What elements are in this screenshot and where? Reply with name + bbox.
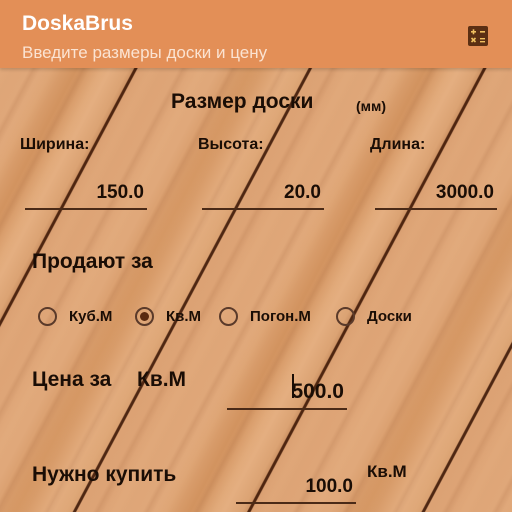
radio-label: Погон.М [250, 308, 311, 325]
text-cursor [292, 374, 294, 398]
length-input[interactable] [375, 180, 497, 210]
radio-label: Кв.М [166, 308, 202, 325]
board-size-unit: (мм) [356, 98, 387, 114]
need-to-buy-label: Нужно купить [32, 463, 177, 486]
price-unit: Кв.М [137, 368, 187, 391]
radio-label: Доски [367, 308, 412, 325]
calculator-icon[interactable] [468, 26, 488, 46]
radio-label: Куб.М [69, 308, 113, 325]
app-bar: DoskaBrus Введите размеры доски и цену [0, 0, 512, 68]
need-to-buy-unit: Кв.М [367, 462, 407, 481]
width-input[interactable] [25, 180, 147, 210]
need-to-buy-input[interactable] [236, 474, 356, 504]
sold-by-title: Продают за [32, 250, 153, 273]
width-label: Ширина: [20, 136, 90, 153]
radio-circle-checked [135, 307, 154, 326]
radio-circle [336, 307, 355, 326]
length-label: Длина: [370, 136, 426, 153]
height-input[interactable] [202, 180, 324, 210]
radio-circle [219, 307, 238, 326]
height-label: Высота: [198, 136, 264, 153]
price-input[interactable] [227, 378, 347, 410]
board-size-title: Размер доски [171, 90, 314, 113]
app-subtitle: Введите размеры доски и цену [22, 43, 268, 62]
app-title: DoskaBrus [22, 12, 133, 35]
price-label: Цена за [32, 368, 112, 391]
radio-circle [38, 307, 57, 326]
